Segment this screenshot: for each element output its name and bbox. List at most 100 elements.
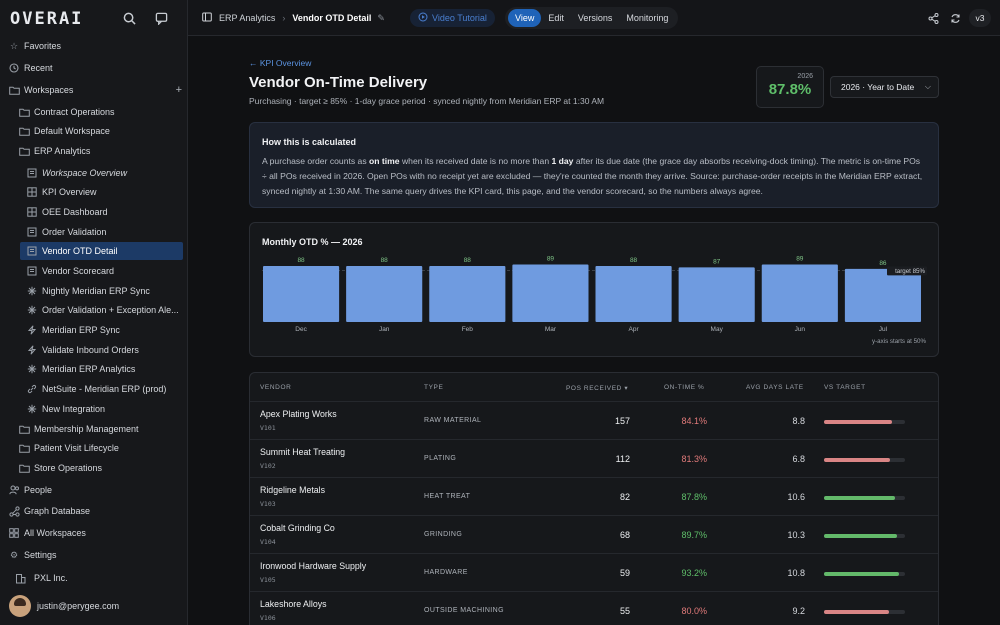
period-select-value: 2026 · Year to Date bbox=[841, 82, 915, 92]
sidebar-item-label: Validate Inbound Orders bbox=[42, 345, 139, 355]
nav-recent[interactable]: Recent bbox=[0, 59, 188, 77]
tab-monitoring[interactable]: Monitoring bbox=[619, 9, 675, 27]
on-time-pct: 89.7% bbox=[681, 530, 707, 540]
sidebar-item-workspace-overview[interactable]: Workspace Overview bbox=[0, 164, 188, 182]
col-header-avg-days-late[interactable]: AVG DAYS LATE bbox=[746, 384, 804, 391]
nav-workspaces[interactable]: Workspaces + bbox=[0, 81, 188, 99]
sidebar-item-vendor-otd-detail[interactable]: Vendor OTD Detail bbox=[20, 242, 183, 260]
sidebar-item-label: Patient Visit Lifecycle bbox=[34, 443, 119, 453]
sidebar-item-membership-management[interactable]: Membership Management bbox=[0, 420, 188, 438]
nav-favorites[interactable]: ☆ Favorites bbox=[0, 37, 188, 55]
vendor-name[interactable]: Lakeshore Alloys bbox=[260, 599, 327, 609]
col-header-type[interactable]: TYPE bbox=[424, 384, 443, 391]
sidebar-item-new-integration[interactable]: New Integration bbox=[0, 400, 188, 418]
user-email: justin@perygee.com bbox=[37, 601, 120, 611]
table-row[interactable]: Lakeshore Alloys V106 OUTSIDE MACHINING 55 8… bbox=[250, 591, 938, 625]
vendor-name[interactable]: Ridgeline Metals bbox=[260, 485, 325, 495]
target-label: target 85% bbox=[895, 268, 925, 275]
link-icon bbox=[26, 383, 38, 395]
vendor-name[interactable]: Apex Plating Works bbox=[260, 409, 337, 419]
table-row[interactable]: Summit Heat Treating V102 PLATING 112 81.3% 6… bbox=[250, 439, 938, 477]
user-menu[interactable]: justin@perygee.com bbox=[0, 597, 150, 615]
sidebar-item-default-workspace[interactable]: Default Workspace bbox=[0, 122, 188, 140]
vendor-name[interactable]: Cobalt Grinding Co bbox=[260, 523, 335, 533]
vendor-name[interactable]: Summit Heat Treating bbox=[260, 447, 345, 457]
tab-view[interactable]: View bbox=[508, 9, 542, 27]
star-icon: ☆ bbox=[9, 40, 19, 51]
monthly-otd-chart: Monthly OTD % — 2026 88 Dec 88 Jan 88 Feb 89 Ma… bbox=[249, 222, 939, 357]
sidebar-item-meridian-erp-sync[interactable]: Meridian ERP Sync bbox=[0, 321, 188, 339]
sidebar-item-kpi-overview[interactable]: KPI Overview bbox=[0, 183, 188, 201]
back-link-kpi-overview[interactable]: ← KPI Overview bbox=[249, 58, 311, 68]
sidebar-item-store-operations[interactable]: Store Operations bbox=[0, 459, 188, 477]
explainer-text-part: A purchase order counts as bbox=[262, 156, 370, 166]
sidebar-item-meridian-erp-analytics[interactable]: Meridian ERP Analytics bbox=[0, 360, 188, 378]
tab-versions[interactable]: Versions bbox=[571, 9, 620, 27]
sidebar-item-order-validation-exception-ale[interactable]: Order Validation + Exception Ale... bbox=[0, 301, 188, 319]
chart-canvas: 88 Dec 88 Jan 88 Feb 89 Mar 88 Apr 87 May 89 Jun 86 Jul… bbox=[262, 255, 927, 345]
vs-target-bar bbox=[824, 496, 905, 500]
top-bar: ERP Analytics › Vendor OTD Detail ✎ Vide… bbox=[188, 0, 1000, 36]
nav-people[interactable]: People bbox=[0, 481, 188, 499]
search-icon[interactable] bbox=[120, 9, 138, 27]
sidebar-item-label: Store Operations bbox=[34, 463, 103, 473]
sidebar-item-contract-operations[interactable]: Contract Operations bbox=[0, 103, 188, 121]
vendor-id: V103 bbox=[260, 500, 276, 508]
nav-graph-database[interactable]: Graph Database bbox=[0, 502, 188, 520]
sidebar-item-nightly-meridian-erp-sync[interactable]: Nightly Meridian ERP Sync bbox=[0, 282, 188, 300]
table-row[interactable]: Ironwood Hardware Supply V105 HARDWARE 59 93… bbox=[250, 553, 938, 591]
sidebar-item-label: Membership Management bbox=[34, 424, 139, 434]
sidebar-item-label: ERP Analytics bbox=[34, 146, 91, 156]
bar-jan bbox=[346, 265, 423, 322]
bar-may bbox=[678, 267, 755, 322]
version-badge[interactable]: v3 bbox=[969, 9, 991, 27]
folder-icon bbox=[18, 442, 30, 454]
otd-kpi-card: 2026 87.8% bbox=[756, 66, 824, 108]
table-row[interactable]: Cobalt Grinding Co V104 GRINDING 68 89.7% 10.… bbox=[250, 515, 938, 553]
period-select[interactable]: 2026 · Year to Date ⌵ bbox=[830, 76, 939, 98]
table-row[interactable]: Apex Plating Works V101 RAW MATERIAL 157 84.… bbox=[250, 401, 938, 439]
nav-settings[interactable]: ⚙ Settings bbox=[0, 546, 188, 564]
sidebar-item-netsuite-meridian-erp-prod[interactable]: NetSuite - Meridian ERP (prod) bbox=[0, 380, 188, 398]
page-icon bbox=[26, 167, 38, 179]
avg-days-late: 8.8 bbox=[792, 416, 805, 426]
on-time-pct: 80.0% bbox=[681, 606, 707, 616]
sidebar-item-oee-dashboard[interactable]: OEE Dashboard bbox=[0, 203, 188, 221]
add-workspace-icon[interactable]: + bbox=[176, 84, 182, 96]
x-tick-label: Jun bbox=[795, 326, 806, 333]
sidebar-item-validate-inbound-orders[interactable]: Validate Inbound Orders bbox=[0, 341, 188, 359]
breadcrumb: ERP Analytics › Vendor OTD Detail ✎ bbox=[202, 0, 385, 36]
vs-target-fill bbox=[824, 496, 896, 500]
col-header-vendor[interactable]: VENDOR bbox=[260, 384, 291, 391]
vs-target-bar bbox=[824, 420, 905, 424]
sidebar-item-erp-analytics[interactable]: ERP Analytics bbox=[0, 142, 188, 160]
vs-target-fill bbox=[824, 610, 889, 614]
share-icon[interactable] bbox=[924, 9, 942, 27]
sidebar-item-label: Meridian ERP Analytics bbox=[42, 364, 136, 374]
edit-pencil-icon[interactable]: ✎ bbox=[377, 13, 385, 24]
col-header-on-time[interactable]: ON-TIME % bbox=[664, 384, 704, 391]
sidebar-item-order-validation[interactable]: Order Validation bbox=[0, 223, 188, 241]
workflow-icon bbox=[26, 285, 38, 297]
breadcrumb-current: Vendor OTD Detail bbox=[292, 13, 372, 23]
refresh-icon[interactable] bbox=[946, 9, 964, 27]
table-row[interactable]: Ridgeline Metals V103 HEAT TREAT 82 87.8% 10.… bbox=[250, 477, 938, 515]
sidebar-item-patient-visit-lifecycle[interactable]: Patient Visit Lifecycle bbox=[0, 439, 188, 457]
sidebar-item-vendor-scorecard[interactable]: Vendor Scorecard bbox=[0, 262, 188, 280]
vendor-type: HEAT TREAT bbox=[424, 493, 471, 500]
tab-edit[interactable]: Edit bbox=[541, 9, 571, 27]
vendor-name[interactable]: Ironwood Hardware Supply bbox=[260, 561, 366, 571]
workflow-icon bbox=[26, 363, 38, 375]
video-tutorial-button[interactable]: Video Tutorial bbox=[410, 9, 495, 27]
breadcrumb-parent[interactable]: ERP Analytics bbox=[219, 13, 275, 23]
data-label: 88 bbox=[381, 257, 389, 264]
col-header-pos-received[interactable]: POS RECEIVED ▾ bbox=[566, 384, 628, 392]
folder-icon bbox=[18, 145, 30, 157]
chat-icon[interactable] bbox=[152, 9, 170, 27]
nav-settings-label: Settings bbox=[24, 550, 57, 560]
vs-target-fill bbox=[824, 534, 897, 538]
org-switcher[interactable]: PXL Inc. bbox=[0, 569, 188, 587]
nav-all-workspaces[interactable]: All Workspaces bbox=[0, 524, 188, 542]
col-header-vs-target[interactable]: VS TARGET bbox=[824, 384, 866, 391]
bar-feb bbox=[429, 265, 506, 322]
